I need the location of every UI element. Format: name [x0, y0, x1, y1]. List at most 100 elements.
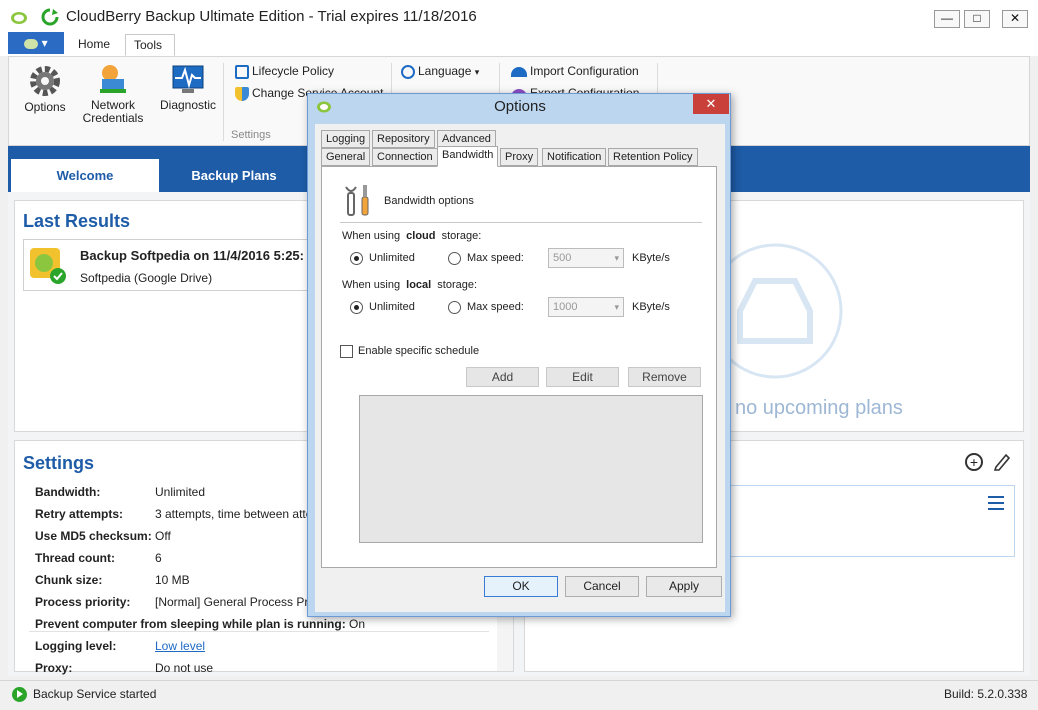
- cloud-icon: [24, 38, 39, 49]
- bandwidth-section-title: Bandwidth options: [384, 195, 474, 207]
- local-speed-value: 1000: [553, 301, 578, 313]
- last-results-panel: Last Results Backup Softpedia on 11/4/20…: [14, 200, 315, 432]
- tab-tools[interactable]: Tools: [125, 34, 175, 56]
- cloud-unlimited-label: Unlimited: [369, 252, 415, 264]
- settings-heading: Settings: [23, 453, 95, 473]
- title-bar: CloudBerry Backup Ultimate Edition - Tri…: [0, 0, 1038, 34]
- menu-icon[interactable]: [988, 496, 1004, 510]
- last-results-heading: Last Results: [23, 211, 131, 231]
- settings-row-value[interactable]: Low level: [155, 639, 205, 653]
- language-label: Language: [418, 64, 472, 78]
- chevron-down-icon: ▾: [614, 253, 619, 263]
- cloud-label-bold: cloud: [406, 230, 436, 242]
- local-max-speed-radio[interactable]: [448, 301, 461, 314]
- schedule-checkbox[interactable]: [340, 345, 353, 358]
- maximize-button[interactable]: □: [964, 10, 990, 28]
- settings-row-value: 3 attempts, time between atte: [155, 507, 313, 521]
- schedule-checkbox-label: Enable specific schedule: [358, 345, 480, 357]
- settings-row-value: 6: [155, 551, 162, 565]
- last-result-title: Backup Softpedia on 11/4/2016 5:25:: [80, 248, 304, 263]
- settings-row-key: Retry attempts:: [35, 507, 124, 521]
- monitor-pulse-icon: [172, 65, 204, 95]
- close-button[interactable]: ✕: [1002, 10, 1028, 28]
- app-menu-button[interactable]: ▾: [8, 32, 64, 54]
- settings-row-key: Thread count:: [35, 551, 115, 565]
- plan-card[interactable]: [725, 485, 1015, 557]
- settings-row-key: Proxy:: [35, 661, 73, 675]
- minimize-button[interactable]: —: [934, 10, 960, 28]
- tab-home[interactable]: Home: [70, 34, 118, 56]
- tab-retention-policy[interactable]: Retention Policy: [608, 148, 698, 166]
- schedule-list[interactable]: [359, 395, 703, 543]
- lifecycle-policy-label: Lifecycle Policy: [252, 64, 335, 78]
- cloud-unlimited-radio[interactable]: [350, 252, 363, 265]
- refresh-icon[interactable]: [40, 7, 60, 27]
- tab-bandwidth[interactable]: Bandwidth: [437, 146, 499, 167]
- app-logo-icon: [10, 8, 28, 26]
- lifecycle-policy-button[interactable]: Lifecycle Policy: [235, 64, 334, 79]
- cloud-unit-label: KByte/s: [632, 252, 670, 264]
- cloud-speed-dropdown[interactable]: 500 ▾: [548, 248, 624, 268]
- options-button[interactable]: Options: [17, 61, 73, 114]
- tab-backup-plans[interactable]: Backup Plans: [164, 159, 304, 192]
- upcoming-empty-text: no upcoming plans: [735, 397, 903, 419]
- bandwidth-tab-page: Bandwidth options When using cloud stora…: [321, 166, 717, 568]
- local-label-prefix: When using: [342, 279, 401, 291]
- language-dropdown[interactable]: Language ▾: [401, 64, 479, 79]
- diagnostic-button[interactable]: Diagnostic: [157, 61, 219, 112]
- local-speed-dropdown[interactable]: 1000 ▾: [548, 297, 624, 317]
- ribbon-separator: [223, 63, 224, 141]
- local-unit-label: KByte/s: [632, 301, 670, 313]
- tab-repository[interactable]: Repository: [372, 130, 435, 148]
- network-credentials-label-2: Credentials: [82, 111, 144, 125]
- last-result-item[interactable]: Backup Softpedia on 11/4/2016 5:25: Soft…: [23, 239, 315, 291]
- cancel-button[interactable]: Cancel: [565, 576, 639, 597]
- settings-divider: [29, 631, 489, 632]
- edit-schedule-button[interactable]: Edit: [546, 367, 619, 387]
- cloud-label-suffix: storage:: [441, 230, 482, 242]
- dialog-title: Options: [494, 98, 546, 115]
- settings-row-value: Do not use: [155, 661, 214, 675]
- local-storage-label: When using local storage:: [342, 279, 477, 291]
- settings-row-key: Chunk size:: [35, 573, 103, 587]
- edit-pencil-icon[interactable]: [993, 451, 1011, 471]
- cloud-storage-label: When using cloud storage:: [342, 230, 481, 242]
- settings-row-key: Prevent computer from sleeping while pla…: [35, 617, 346, 631]
- diagnostic-label: Diagnostic: [159, 98, 217, 112]
- cloud-max-speed-label: Max speed:: [467, 252, 524, 264]
- tab-general[interactable]: General: [321, 148, 371, 166]
- build-number: Build: 5.2.0.338: [944, 687, 1028, 701]
- tools-icon: [342, 183, 376, 217]
- key-icon: [96, 63, 130, 95]
- local-max-speed-label: Max speed:: [467, 301, 524, 313]
- tab-welcome[interactable]: Welcome: [11, 159, 159, 192]
- status-bar: Backup Service started Build: 5.2.0.338: [0, 680, 1038, 710]
- dialog-close-button[interactable]: ✕: [693, 94, 729, 114]
- apply-button[interactable]: Apply: [646, 576, 722, 597]
- ribbon-tab-bar: ▾ Home Tools: [0, 32, 1038, 56]
- tab-proxy[interactable]: Proxy: [500, 148, 539, 166]
- tab-connection[interactable]: Connection: [372, 148, 438, 166]
- cloud-max-speed-radio[interactable]: [448, 252, 461, 265]
- local-unlimited-radio[interactable]: [350, 301, 363, 314]
- settings-row-key: Logging level:: [35, 639, 117, 653]
- section-divider: [340, 222, 702, 223]
- settings-row-value: 10 MB: [155, 573, 190, 587]
- network-credentials-button[interactable]: Network Credentials: [77, 61, 149, 125]
- settings-row: Proxy: Do not use: [35, 661, 495, 677]
- tab-logging[interactable]: Logging: [321, 130, 371, 148]
- gear-icon: [29, 65, 61, 97]
- tab-notification[interactable]: Notification: [542, 148, 607, 166]
- settings-row-key: Use MD5 checksum:: [35, 529, 152, 543]
- cloud-speed-value: 500: [553, 252, 572, 264]
- settings-row-key: Process priority:: [35, 595, 131, 609]
- add-icon[interactable]: +: [965, 453, 983, 471]
- backup-success-icon: [28, 246, 68, 286]
- import-configuration-button[interactable]: Import Configuration: [511, 64, 639, 78]
- chevron-down-icon: ▾: [474, 67, 480, 77]
- add-schedule-button[interactable]: Add: [466, 367, 539, 387]
- chevron-down-icon: ▾: [614, 302, 619, 312]
- remove-schedule-button[interactable]: Remove: [628, 367, 701, 387]
- import-configuration-label: Import Configuration: [530, 64, 639, 78]
- ok-button[interactable]: OK: [484, 576, 558, 597]
